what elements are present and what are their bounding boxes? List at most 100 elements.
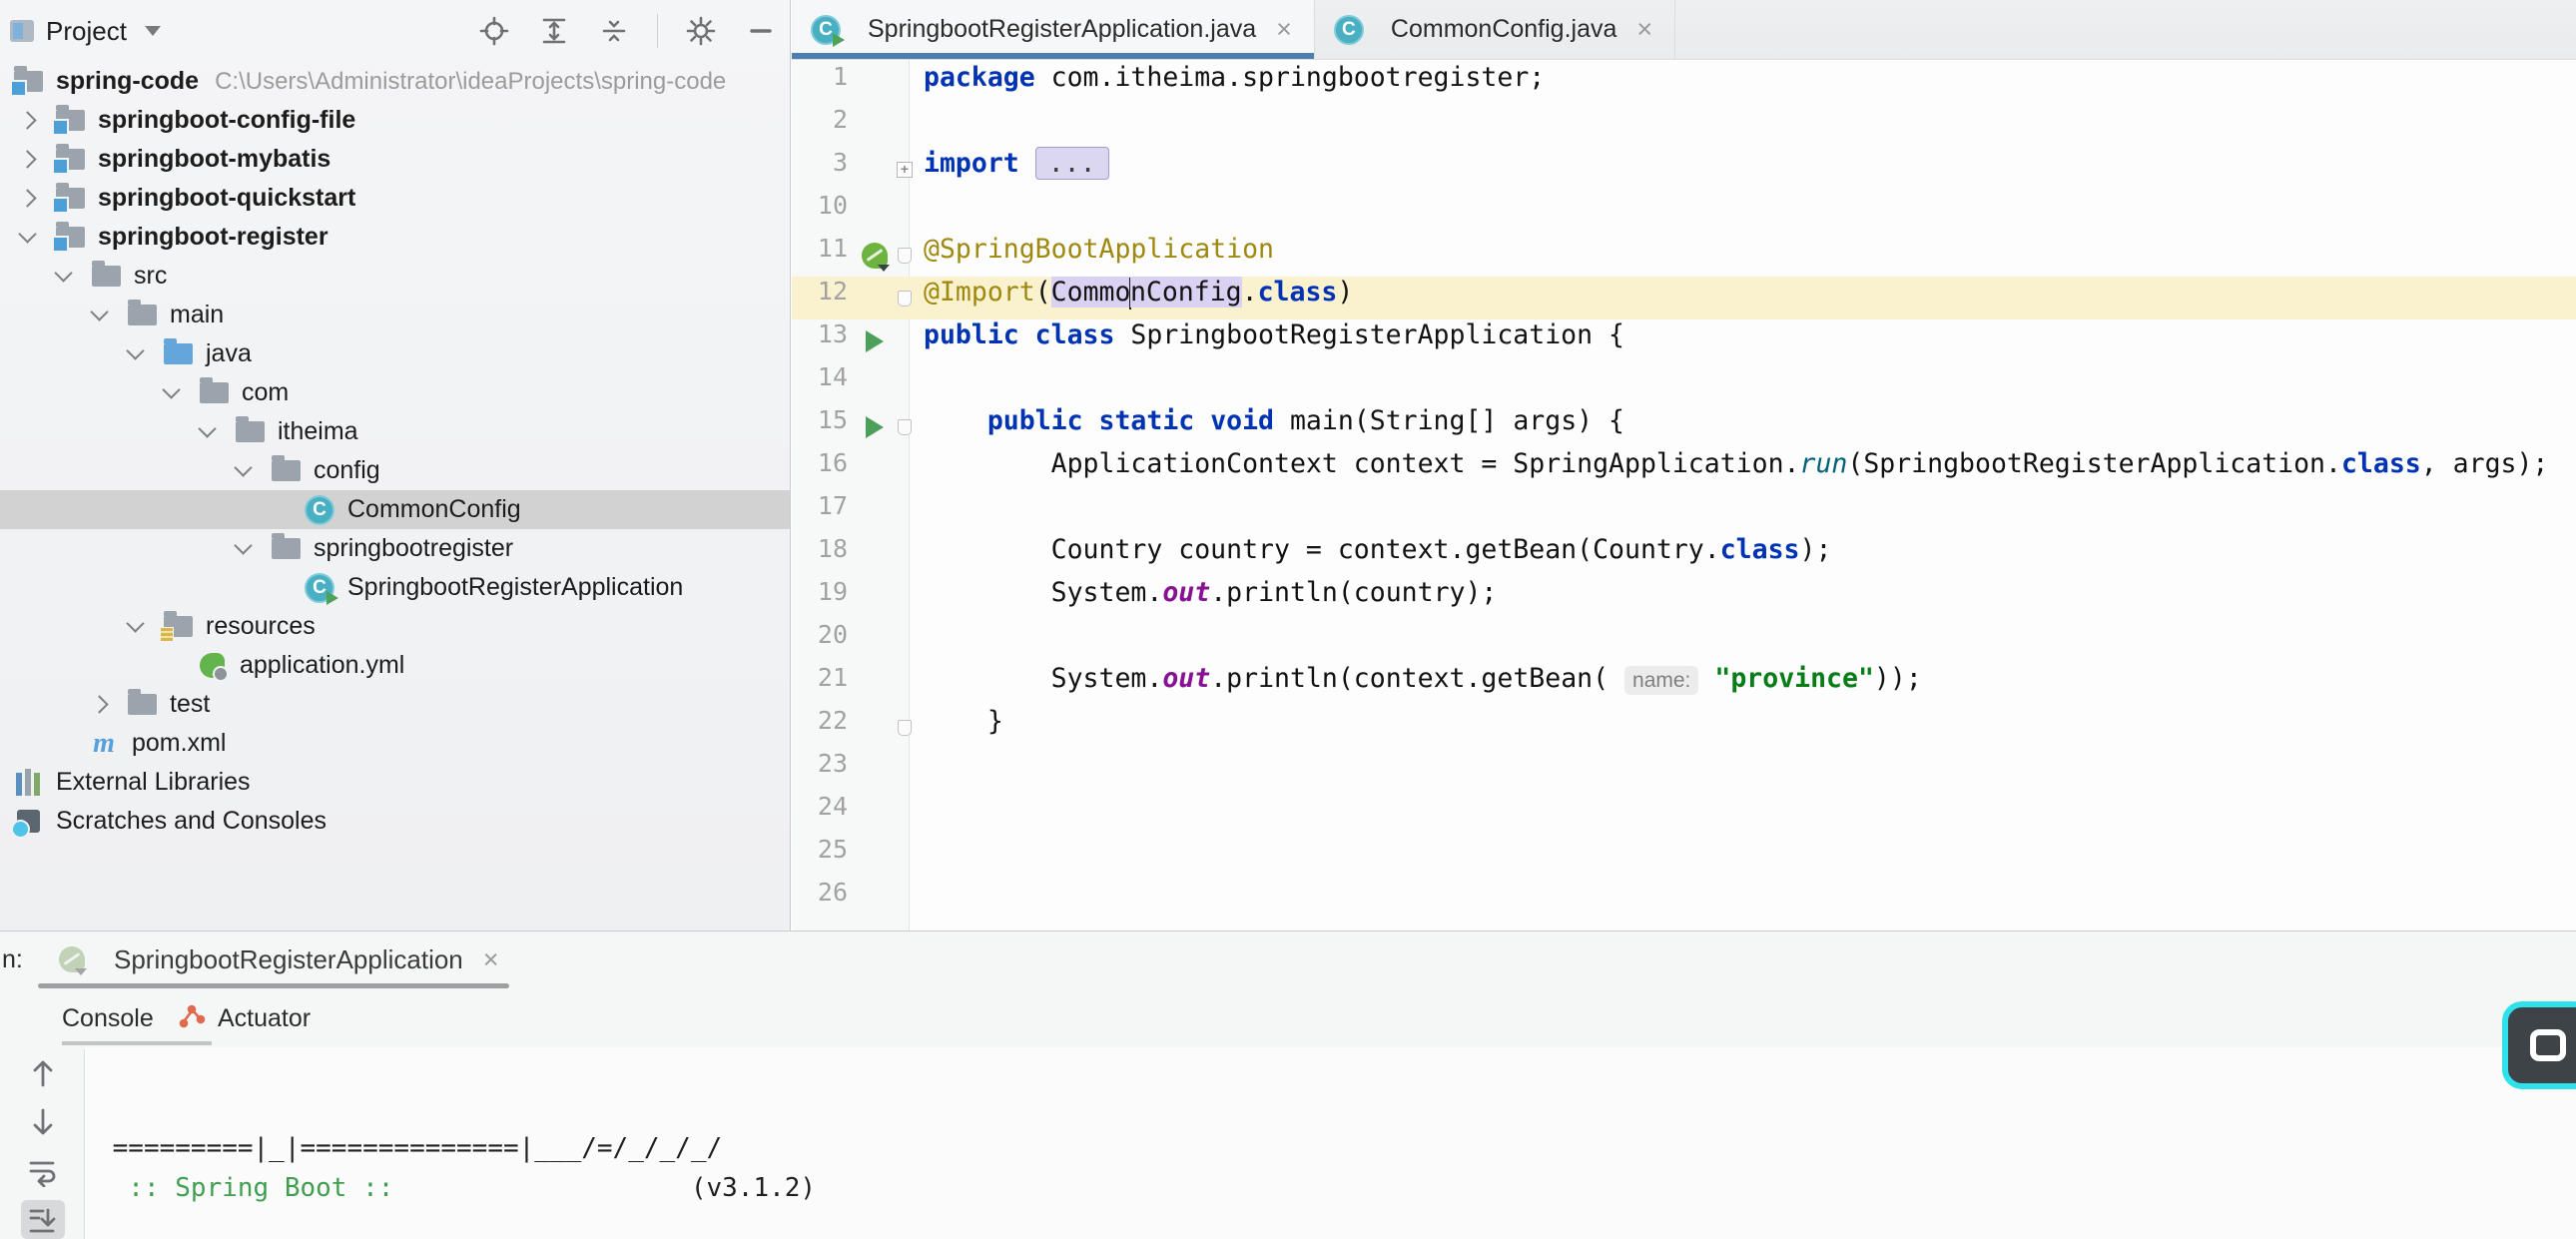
chevron-expanded-icon[interactable] (90, 303, 108, 320)
chevron-expanded-icon[interactable] (54, 264, 72, 282)
class-run-icon: C (810, 14, 842, 46)
tree-item-label: pom.xml (132, 729, 226, 758)
tree-item-label: com (242, 378, 289, 407)
tree-item-pom-xml[interactable]: mpom.xml (0, 724, 790, 763)
tree-item-springbootregisterapplication[interactable]: CSpringbootRegisterApplication (0, 568, 790, 607)
tab-console[interactable]: Console (62, 989, 154, 1047)
chevron-expanded-icon[interactable] (162, 380, 180, 398)
tree-item-springboot-config-file[interactable]: springboot-config-file (0, 101, 790, 140)
chevron-collapsed-icon[interactable] (18, 150, 36, 168)
chevron-down-icon[interactable] (145, 26, 161, 36)
tree-item-com[interactable]: com (0, 373, 790, 412)
tree-item-springbootregister[interactable]: springbootregister (0, 529, 790, 568)
close-icon[interactable]: × (483, 944, 499, 975)
chevron-expanded-icon[interactable] (234, 458, 252, 476)
fold-expand-icon[interactable]: + (892, 148, 918, 191)
line-number: 19 (792, 577, 848, 606)
screen-recorder-overlay-button[interactable] (2502, 1001, 2576, 1089)
fold-marker-icon[interactable] (892, 405, 918, 448)
tab-actuator[interactable]: Actuator (178, 989, 311, 1047)
collapse-all-icon[interactable] (597, 14, 631, 48)
hide-panel-icon[interactable] (744, 14, 778, 48)
console-tab-label: Actuator (218, 1004, 311, 1033)
fold-marker-icon[interactable] (892, 234, 918, 277)
package-icon (198, 377, 230, 409)
tree-item-application-yml[interactable]: application.yml (0, 646, 790, 685)
run-gutter-icon[interactable] (856, 405, 894, 448)
code-line-16: 16 ApplicationContext context = SpringAp… (792, 448, 2576, 491)
line-number: 2 (792, 105, 848, 134)
fold-marker-icon[interactable] (892, 706, 918, 749)
scroll-to-end-icon[interactable] (21, 1200, 65, 1239)
line-number: 16 (792, 448, 848, 477)
folder-icon (126, 689, 158, 721)
expand-all-icon[interactable] (537, 14, 571, 48)
editor-area[interactable]: CSpringbootRegisterApplication.java×CCom… (792, 0, 2576, 930)
down-stacktrace-icon[interactable] (21, 1102, 65, 1141)
code-text: @SpringBootApplication (924, 234, 1274, 265)
run-gutter-icon[interactable] (856, 319, 894, 362)
tree-item-springboot-quickstart[interactable]: springboot-quickstart (0, 179, 790, 218)
chevron-expanded-icon[interactable] (126, 614, 144, 632)
tree-item-label: External Libraries (56, 768, 251, 797)
editor-tab-commonconfig-java[interactable]: CCommonConfig.java× (1315, 0, 1675, 59)
chevron-expanded-icon[interactable] (234, 536, 252, 554)
locate-opened-file-icon[interactable] (477, 14, 511, 48)
close-icon[interactable]: × (1636, 14, 1652, 45)
line-number: 3 (792, 148, 848, 177)
settings-gear-icon[interactable] (684, 14, 718, 48)
tree-item-itheima[interactable]: itheima (0, 412, 790, 451)
tree-item-src[interactable]: src (0, 257, 790, 296)
tree-item-label: application.yml (240, 651, 404, 680)
folded-imports[interactable]: ... (1035, 147, 1109, 180)
folder-icon (126, 300, 158, 331)
code-line-25: 25 (792, 835, 2576, 878)
run-configuration-tab[interactable]: SpringbootRegisterApplication× (40, 931, 515, 987)
code-text: package com.itheima.springbootregister; (924, 62, 1545, 93)
soft-wrap-icon[interactable] (21, 1151, 65, 1190)
tree-item-main[interactable]: main (0, 296, 790, 334)
code-text: import ... (924, 148, 1109, 179)
code-text: @Import(CommonConfig.class) (924, 277, 1353, 310)
editor-tab-springbootregisterapplication-java[interactable]: CSpringbootRegisterApplication.java× (792, 0, 1315, 59)
tree-item-commonconfig[interactable]: CCommonConfig (0, 490, 790, 529)
console-output[interactable]: =========|_|==============|___/=/_/_/_/ … (85, 1047, 2576, 1239)
close-icon[interactable]: × (1276, 14, 1292, 45)
code-line-22: 22 } (792, 706, 2576, 749)
tree-item-label: CommonConfig (347, 495, 521, 524)
spring-bean-gutter-icon[interactable] (856, 234, 894, 277)
tree-item-label: src (134, 262, 167, 291)
tree-item-external-libraries[interactable]: External Libraries (0, 763, 790, 802)
tree-item-label: springbootregister (314, 534, 513, 563)
tree-item-label: spring-code (56, 67, 199, 96)
line-number: 21 (792, 663, 848, 692)
tree-item-test[interactable]: test (0, 685, 790, 724)
chevron-expanded-icon[interactable] (126, 341, 144, 359)
chevron-expanded-icon[interactable] (18, 225, 36, 243)
console-tab-row: Console Actuator (0, 989, 2576, 1047)
tree-item-resources[interactable]: resources (0, 607, 790, 646)
tree-item-springboot-mybatis[interactable]: springboot-mybatis (0, 140, 790, 179)
tree-item-label: springboot-register (98, 223, 328, 252)
chevron-collapsed-icon[interactable] (18, 111, 36, 129)
tree-item-java[interactable]: java (0, 334, 790, 373)
line-number: 17 (792, 491, 848, 520)
chevron-expanded-icon[interactable] (198, 419, 216, 437)
tool-window-icon (10, 20, 34, 42)
up-stacktrace-icon[interactable] (21, 1053, 65, 1092)
fold-marker-icon[interactable] (892, 277, 918, 319)
console-toolbar (12, 1049, 73, 1239)
tree-item-springboot-register[interactable]: springboot-register (0, 218, 790, 257)
chevron-collapsed-icon[interactable] (18, 189, 36, 207)
run-label: n: (2, 931, 23, 987)
tree-item-config[interactable]: config (0, 451, 790, 490)
project-header: Project (0, 0, 790, 62)
line-number: 14 (792, 362, 848, 391)
project-view-selector[interactable]: Project (46, 16, 127, 47)
module-icon (54, 183, 86, 215)
tree-item-label: config (314, 456, 380, 485)
tree-item-spring-code[interactable]: spring-codeC:\Users\Administrator\ideaPr… (0, 62, 790, 101)
code-text: } (924, 706, 1003, 737)
tree-item-scratches-and-consoles[interactable]: Scratches and Consoles (0, 802, 790, 841)
chevron-collapsed-icon[interactable] (90, 695, 108, 713)
